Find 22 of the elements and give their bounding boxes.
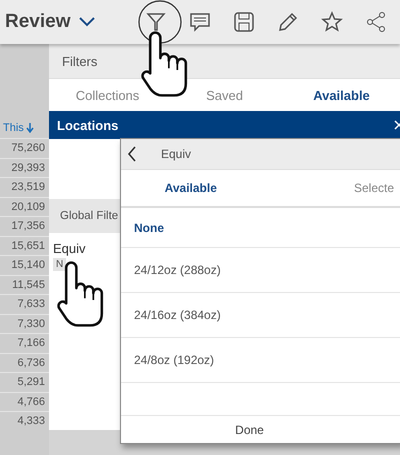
- filter-icon[interactable]: [145, 11, 168, 33]
- popup-title: Equiv: [161, 147, 192, 161]
- comment-icon[interactable]: [189, 11, 212, 33]
- option-item[interactable]: 24/12oz (288oz): [121, 248, 400, 293]
- back-icon[interactable]: [127, 146, 137, 162]
- option-item[interactable]: None: [121, 208, 400, 248]
- done-button[interactable]: Done: [121, 416, 400, 443]
- chevron-down-icon[interactable]: [79, 17, 96, 27]
- save-icon[interactable]: [233, 11, 256, 33]
- field-label: Equiv: [53, 241, 86, 256]
- sort-arrow-icon[interactable]: [26, 123, 34, 133]
- section-title: Locations: [57, 118, 118, 132]
- highlight-ring: [138, 0, 182, 44]
- pencil-icon[interactable]: [277, 11, 300, 33]
- share-icon[interactable]: [365, 11, 388, 33]
- value-chip[interactable]: N: [53, 258, 66, 271]
- report-title: Review: [5, 11, 70, 33]
- option-item[interactable]: 24/8oz (192oz): [121, 338, 400, 383]
- section-title: Global Filte: [60, 210, 118, 222]
- panel-title: Filters: [62, 54, 98, 68]
- star-icon[interactable]: [321, 11, 344, 33]
- option-item[interactable]: 24/16oz (384oz): [121, 293, 400, 338]
